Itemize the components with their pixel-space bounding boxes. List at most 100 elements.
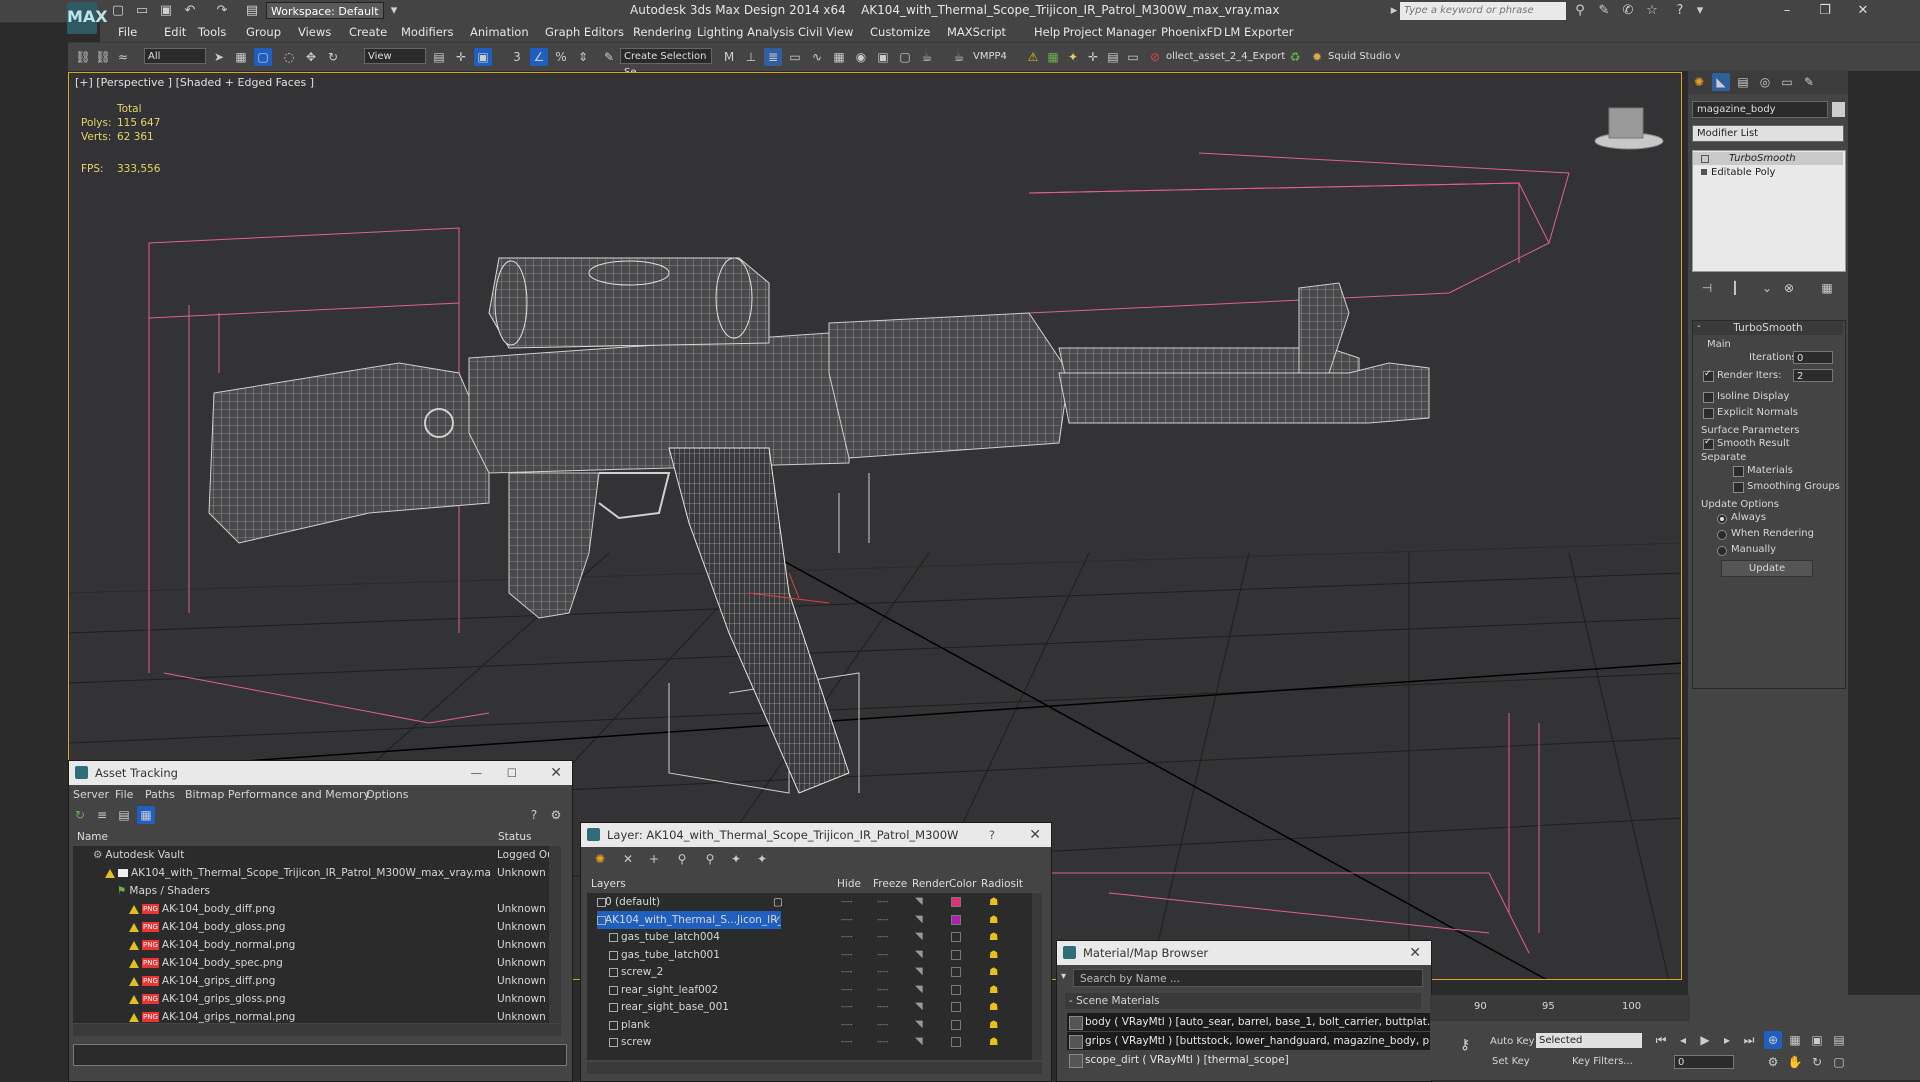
snap-3d-icon[interactable]: 3 <box>508 48 526 66</box>
pan-icon[interactable]: ✋ <box>1786 1053 1804 1071</box>
menu-file[interactable]: File <box>115 788 133 801</box>
menu-help[interactable]: Help <box>1034 25 1060 39</box>
asset-row[interactable]: PNG AK-104_body_diff.png Unknown <box>73 900 549 918</box>
thumbnail-icon[interactable]: ▤ <box>115 806 133 824</box>
layer-color-swatch[interactable] <box>951 1002 961 1012</box>
bind-spacewarp-icon[interactable]: ≈ <box>114 48 132 66</box>
auto-key-button[interactable]: Auto Key <box>1490 1036 1535 1047</box>
key-filters-button[interactable]: Key Filters... <box>1572 1056 1633 1067</box>
menu-file[interactable]: File <box>118 25 137 39</box>
spinner-snap-icon[interactable]: ⇕ <box>574 48 592 66</box>
close-button[interactable]: ✕ <box>1844 0 1882 22</box>
settings-icon[interactable]: ⚙ <box>547 806 565 824</box>
menu-project-manager[interactable]: Project Manager <box>1063 25 1156 39</box>
warning-icon[interactable]: ⚠ <box>1024 48 1042 66</box>
hierarchy-tab-icon[interactable]: ▤ <box>1734 73 1752 91</box>
modifier-stack[interactable]: TurboSmooth Editable Poly <box>1692 150 1846 272</box>
collapse-icon[interactable]: - <box>1697 321 1701 332</box>
layer-object-row[interactable]: rear_sight_base_001 ---- ---- ◥ ☗ <box>587 998 1032 1016</box>
time-config-icon[interactable]: ⚙ <box>1764 1053 1782 1071</box>
layer-color-swatch[interactable] <box>951 1037 961 1047</box>
asset-tracking-titlebar[interactable]: Asset Tracking — ☐ ✕ <box>69 761 572 785</box>
zoom-all-icon[interactable]: ▦ <box>1786 1031 1804 1049</box>
highlight-icon[interactable]: ⚲ <box>701 850 719 868</box>
scene-materials-header[interactable]: - Scene Materials <box>1065 993 1421 1009</box>
freeze-toggle-icon[interactable]: ---- <box>877 946 889 964</box>
viewcube[interactable] <box>1594 107 1664 150</box>
refresh-icon[interactable]: ↻ <box>71 806 89 824</box>
ref-coord-dropdown[interactable]: View <box>364 48 426 64</box>
window-crossing-icon[interactable]: ◌ <box>280 48 298 66</box>
minimize-icon[interactable]: — <box>471 761 483 785</box>
layer-titlebar[interactable]: Layer: AK104_with_Thermal_Scope_Trijicon… <box>581 823 1051 847</box>
render-teapot-icon[interactable]: ◥ <box>915 911 923 929</box>
layer-row[interactable]: 0 (default) ▢ ---- ---- ◥ ☗ <box>587 893 1032 911</box>
vertical-scrollbar[interactable] <box>549 846 561 1023</box>
freeze-toggle-icon[interactable]: ---- <box>877 1033 889 1051</box>
recycle-icon[interactable]: ♻ <box>1286 48 1304 66</box>
new-file-icon[interactable]: ▢ <box>110 3 126 19</box>
object-color-swatch[interactable] <box>1832 102 1845 117</box>
current-layer-check-icon[interactable]: ✓ <box>773 911 782 929</box>
create-layer-icon[interactable]: ✺ <box>591 850 609 868</box>
menu-civil-view[interactable]: Civil View <box>798 25 853 39</box>
render-teapot-icon[interactable]: ◥ <box>915 981 923 999</box>
selection-filter-dropdown[interactable]: All <box>144 48 206 64</box>
fov-icon[interactable]: ▤ <box>1830 1031 1848 1049</box>
delete-layer-icon[interactable]: ✕ <box>619 850 637 868</box>
asset-row[interactable]: PNG AK-104_grips_diff.png Unknown <box>73 972 549 990</box>
layer-manager-icon[interactable]: ≣ <box>764 48 782 66</box>
angle-snap-icon[interactable]: ∠ <box>530 48 548 66</box>
radiosity-icon[interactable]: ☗ <box>989 998 998 1016</box>
menu-customize[interactable]: Customize <box>870 25 930 39</box>
layer-name[interactable]: 0 (default) <box>605 893 781 911</box>
materials-checkbox[interactable] <box>1733 466 1744 477</box>
menu-maxscript[interactable]: MAXScript <box>947 25 1006 39</box>
select-by-name-icon[interactable]: ▦ <box>232 48 250 66</box>
current-layer-box-icon[interactable]: ▢ <box>773 893 783 911</box>
freeze-toggle-icon[interactable]: ---- <box>877 911 889 929</box>
close-icon[interactable]: ✕ <box>1029 823 1041 847</box>
layer-color-swatch[interactable] <box>951 897 961 907</box>
search-input[interactable]: Type a keyword or phrase <box>1400 2 1566 20</box>
horizontal-scrollbar[interactable] <box>587 1062 1042 1074</box>
exporter-label[interactable]: ollect_asset_2_4_Exporter_3I <box>1166 51 1286 62</box>
layer-name[interactable]: rear_sight_base_001 <box>621 998 821 1016</box>
hide-toggle-icon[interactable]: ---- <box>841 893 853 911</box>
asset-row[interactable]: AK104_with_Thermal_Scope_Trijicon_IR_Pat… <box>73 864 549 882</box>
goto-end-icon[interactable]: ⏭ <box>1740 1031 1758 1049</box>
stack-item-editable-poly[interactable]: Editable Poly <box>1693 166 1843 179</box>
list-view-icon[interactable]: ≡ <box>93 806 111 824</box>
layer-object-row[interactable]: rear_sight_leaf002 ---- ---- ◥ ☗ <box>587 981 1032 999</box>
asset-row[interactable]: PNG AK-104_grips_gloss.png Unknown <box>73 990 549 1008</box>
layer-name[interactable]: gas_tube_latch004 <box>621 928 821 946</box>
lightbulb-icon[interactable]: ✦ <box>1064 48 1082 66</box>
help-button[interactable]: ? <box>989 823 995 847</box>
layer-color-swatch[interactable] <box>951 914 961 925</box>
unlink-icon[interactable]: ⛓ <box>94 48 112 66</box>
restore-button[interactable]: ❐ <box>1806 0 1844 22</box>
radiosity-icon[interactable]: ☗ <box>989 1033 998 1051</box>
explicit-normals-checkbox[interactable] <box>1703 408 1714 419</box>
menu-lm-exporter[interactable]: LM Exporter <box>1224 25 1293 39</box>
select-objects-icon[interactable]: ⚲ <box>673 850 691 868</box>
radiosity-icon[interactable]: ☗ <box>989 1016 998 1034</box>
app-logo[interactable]: MAX <box>67 2 108 34</box>
goto-start-icon[interactable]: ⏮ <box>1652 1031 1670 1049</box>
hide-toggle-icon[interactable]: ---- <box>841 1033 853 1051</box>
col-radiosity[interactable]: Radiosit <box>981 875 1023 893</box>
project-folder-icon[interactable]: ▤ <box>244 3 260 19</box>
display-tab-icon[interactable]: ▭ <box>1778 73 1796 91</box>
hide-toggle-icon[interactable]: ---- <box>841 946 853 964</box>
col-layers[interactable]: Layers <box>591 875 626 893</box>
freeze-toggle-icon[interactable]: ---- <box>877 928 889 946</box>
zoom-icon[interactable]: ⊕ <box>1764 1031 1782 1049</box>
menu-create[interactable]: Create <box>349 25 387 39</box>
menu-group[interactable]: Group <box>246 25 281 39</box>
select-object-icon[interactable]: ➤ <box>210 48 228 66</box>
expand-icon[interactable] <box>1701 169 1707 175</box>
communication-icon[interactable]: ✆ <box>1620 3 1636 19</box>
schematic-view-icon[interactable]: ▦ <box>830 48 848 66</box>
eye-icon[interactable] <box>1701 155 1709 163</box>
hide-toggle-icon[interactable]: ---- <box>841 981 853 999</box>
